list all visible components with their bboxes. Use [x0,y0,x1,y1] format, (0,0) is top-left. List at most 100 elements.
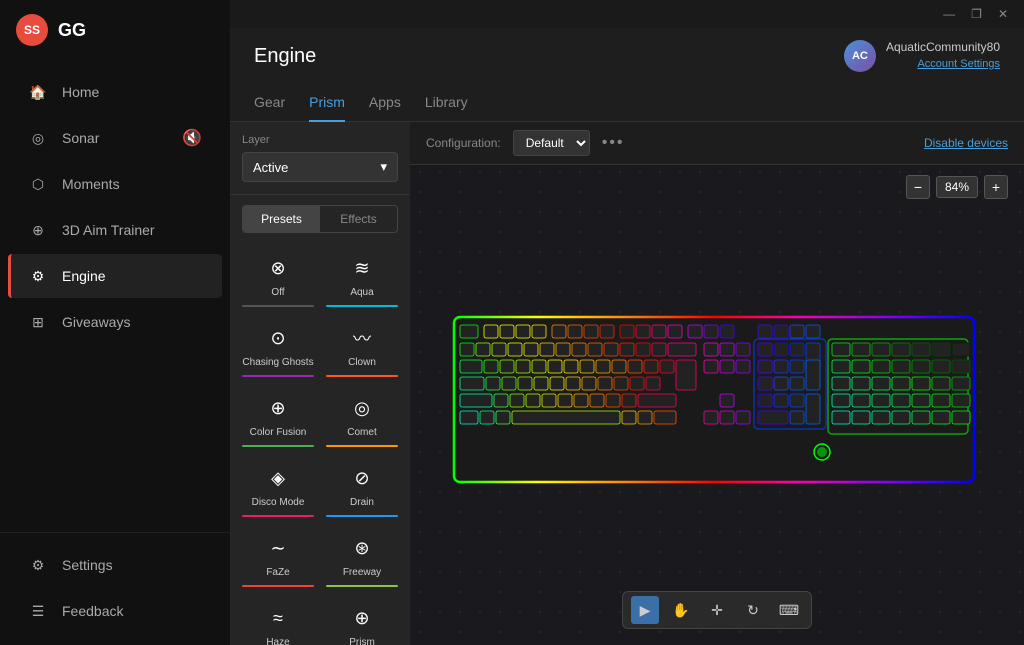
preset-effects-tabs: Presets Effects [242,205,398,233]
preset-name-disco-mode: Disco Mode [252,497,305,509]
preset-name-haze: Haze [266,637,289,645]
logo-area: SS GG [0,0,230,60]
preset-item-off[interactable]: ⊗Off [238,247,318,313]
close-button[interactable]: ✕ [994,7,1012,21]
logo-text: GG [58,20,86,41]
config-bar: Configuration: Default ••• Disable devic… [410,122,1024,165]
preset-bar-freeway [326,585,398,587]
config-select[interactable]: Default [513,130,590,156]
preset-item-color-fusion[interactable]: ⊕Color Fusion [238,387,318,453]
preset-item-faze[interactable]: ∼ FaZe [238,527,318,593]
sidebar-item-moments[interactable]: ⬡ Moments [8,162,222,206]
account-area: AC AquaticCommunity80 Account Settings [844,40,1000,72]
sonar-icon: ◎ [28,128,48,148]
preset-bar-clown [326,375,398,377]
preset-name-chasing-ghosts: Chasing Ghosts [242,357,313,369]
content-area: Layer Active ▾ Presets Effects ⊗Off≋Aqua… [230,122,1024,645]
layer-select[interactable]: Active ▾ [242,152,398,182]
zoom-in-button[interactable]: + [984,175,1008,199]
toolbar-select[interactable]: ▶ [631,596,659,624]
sidebar-item-3d-aim-trainer[interactable]: ⊕ 3D Aim Trainer [8,208,222,252]
sidebar-item-sonar[interactable]: ◎ Sonar 🔇 [8,116,222,160]
preset-bar-aqua [326,305,398,307]
window-topbar: — ❐ ✕ [230,0,1024,28]
left-panel: Layer Active ▾ Presets Effects ⊗Off≋Aqua… [230,122,410,645]
tab-prism[interactable]: Prism [309,84,345,122]
feedback-icon: ☰ [28,601,48,621]
settings-icon: ⚙ [28,555,48,575]
right-panel: Configuration: Default ••• Disable devic… [410,122,1024,645]
tab-library[interactable]: Library [425,84,468,122]
home-icon: 🏠 [28,82,48,102]
preset-name-freeway: Freeway [343,567,381,579]
preset-item-disco-mode[interactable]: ◈Disco Mode [238,457,318,523]
sidebar-item-label: Moments [62,176,120,192]
preset-icon-freeway: ⊛ [347,533,377,563]
preset-icon-comet: ◎ [347,393,377,423]
preset-name-clown: Clown [348,357,376,369]
preset-item-chasing-ghosts[interactable]: ⊙ Chasing Ghosts [238,317,318,383]
toolbar-rotate[interactable]: ↻ [739,596,767,624]
giveaways-icon: ⊞ [28,312,48,332]
keyboard-container [452,315,982,495]
zoom-controls: − 84% + [906,175,1008,199]
config-dots[interactable]: ••• [602,134,625,152]
tab-apps[interactable]: Apps [369,84,401,122]
sidebar-item-feedback[interactable]: ☰ Feedback [8,589,222,633]
tab-presets[interactable]: Presets [243,206,320,232]
sidebar-item-label: Home [62,84,99,100]
preset-item-prism[interactable]: ⊕Prism [322,597,402,645]
sidebar-item-engine[interactable]: ⚙ Engine [8,254,222,298]
preset-name-comet: Comet [347,427,376,439]
tab-effects[interactable]: Effects [320,206,397,232]
preset-name-prism: Prism [349,637,375,645]
sidebar-nav: 🏠 Home ◎ Sonar 🔇 ⬡ Moments ⊕ 3D Aim Trai… [0,60,230,532]
minimize-button[interactable]: — [939,7,959,21]
sidebar: SS GG 🏠 Home ◎ Sonar 🔇 ⬡ Moments ⊕ 3D Ai… [0,0,230,645]
toolbar-move[interactable]: ✛ [703,596,731,624]
account-settings-link[interactable]: Account Settings [917,58,1000,70]
preset-item-haze[interactable]: ≈ Haze [238,597,318,645]
preset-bar-faze [242,585,314,587]
preset-bar-color-fusion [242,445,314,447]
disable-devices-button[interactable]: Disable devices [924,136,1008,150]
keyboard-area: − 84% + [410,165,1024,645]
sidebar-item-label: Engine [62,268,106,284]
sidebar-item-home[interactable]: 🏠 Home [8,70,222,114]
preset-item-comet[interactable]: ◎ Comet [322,387,402,453]
sidebar-item-giveaways[interactable]: ⊞ Giveaways [8,300,222,344]
preset-bar-chasing-ghosts [242,375,314,377]
preset-bar-drain [326,515,398,517]
preset-name-faze: FaZe [266,567,289,579]
zoom-value: 84% [936,176,978,198]
main-content: — ❐ ✕ Engine AC AquaticCommunity80 Accou… [230,0,1024,645]
sidebar-item-label: 3D Aim Trainer [62,222,155,238]
preset-icon-aqua: ≋ [347,253,377,283]
account-info: AquaticCommunity80 Account Settings [886,40,1000,72]
preset-item-freeway[interactable]: ⊛ Freeway [322,527,402,593]
toolbar-hand[interactable]: ✋ [667,596,695,624]
sidebar-bottom: ⚙ Settings ☰ Feedback [0,532,230,645]
sidebar-item-label: Settings [62,557,113,573]
sidebar-item-label: Feedback [62,603,123,619]
preset-bar-comet [326,445,398,447]
zoom-out-button[interactable]: − [906,175,930,199]
sonar-badge: 🔇 [182,128,202,148]
preset-icon-chasing-ghosts: ⊙ [263,323,293,353]
preset-item-clown[interactable]: 〰 Clown [322,317,402,383]
sidebar-item-settings[interactable]: ⚙ Settings [8,543,222,587]
layer-label: Layer [242,134,398,146]
toolbar-keyboard[interactable]: ⌨ [775,596,803,624]
maximize-button[interactable]: ❐ [967,7,986,21]
page-title: Engine [254,45,316,68]
preset-item-aqua[interactable]: ≋Aqua [322,247,402,313]
preset-name-drain: Drain [350,497,374,509]
preset-icon-haze: ≈ [263,603,293,633]
sidebar-item-label: Giveaways [62,314,130,330]
preset-icon-color-fusion: ⊕ [263,393,293,423]
preset-icon-faze: ∼ [263,533,293,563]
preset-item-drain[interactable]: ⊘Drain [322,457,402,523]
preset-name-off: Off [271,287,284,299]
tab-gear[interactable]: Gear [254,84,285,122]
preset-icon-clown: 〰 [347,323,377,353]
